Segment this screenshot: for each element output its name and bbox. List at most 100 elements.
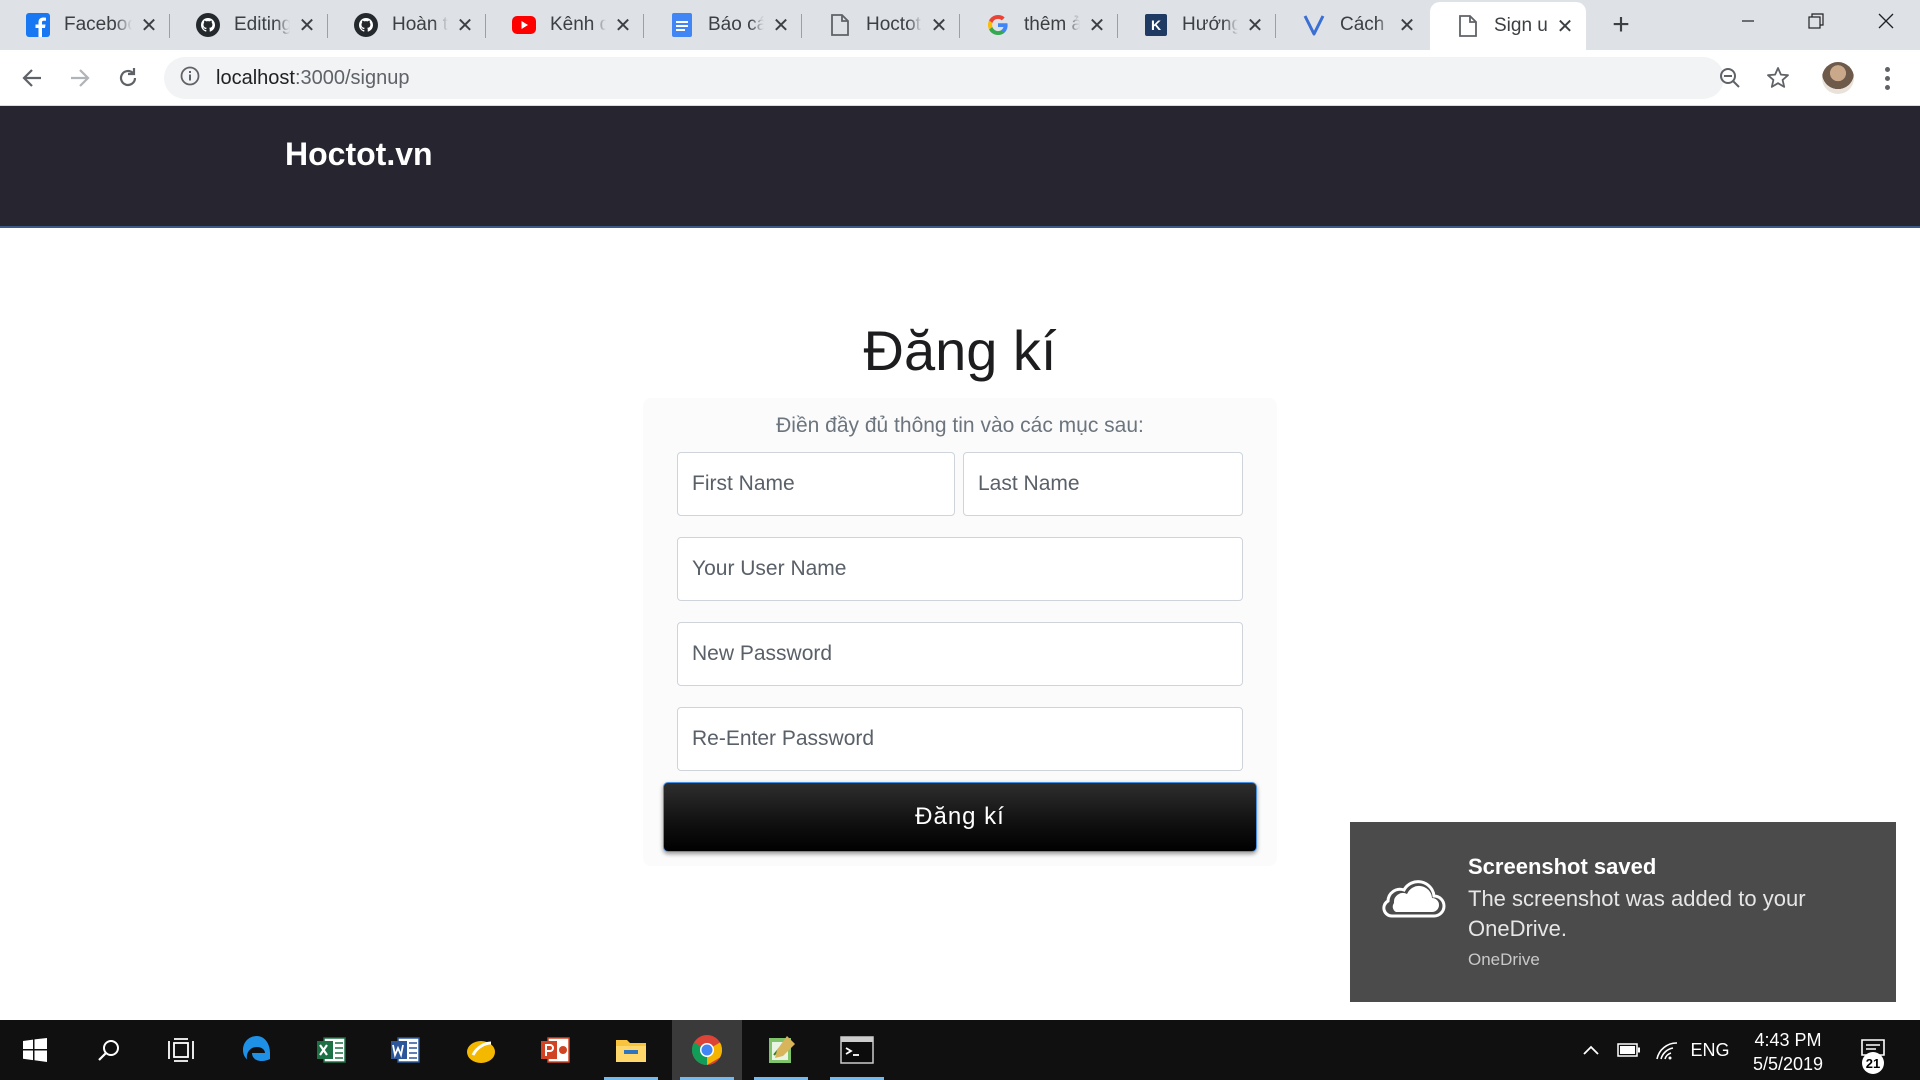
notepad-taskbar-button[interactable]: [746, 1020, 816, 1080]
tab-title: Facebook: [64, 14, 132, 35]
forward-button[interactable]: [60, 58, 100, 98]
site-navbar: Hoctot.vn: [0, 106, 1920, 228]
notification-body: The screenshot was added to your OneDriv…: [1468, 886, 1806, 941]
show-hidden-icons-button[interactable]: [1578, 1020, 1604, 1080]
chrome-icon: [691, 1035, 723, 1065]
close-tab-icon[interactable]: ✕: [1086, 14, 1108, 37]
wifi-icon: [1656, 1042, 1678, 1060]
screenshot-saved-notification[interactable]: Screenshot saved The screenshot was adde…: [1350, 822, 1896, 1002]
input-language[interactable]: ENG: [1688, 1020, 1732, 1080]
close-tab-icon[interactable]: ✕: [1554, 15, 1576, 38]
windows-start-icon: [23, 1038, 47, 1062]
task-view-button[interactable]: [146, 1020, 216, 1080]
tab-title: Editing: [234, 14, 290, 35]
close-tab-icon[interactable]: ✕: [138, 14, 160, 37]
close-tab-icon[interactable]: ✕: [1244, 14, 1266, 37]
tab-huong-dan[interactable]: K Hướng dẫn ✕: [1118, 0, 1276, 50]
new-tab-button[interactable]: +: [1606, 8, 1636, 41]
notification-source: OneDrive: [1468, 950, 1540, 969]
word-icon: [391, 1037, 420, 1063]
last-name-input[interactable]: [963, 452, 1243, 516]
v-icon: [1302, 13, 1326, 37]
youtube-icon: [512, 13, 536, 37]
terminal-taskbar-button[interactable]: [822, 1020, 892, 1080]
address-bar[interactable]: localhost:3000/signup: [164, 57, 1724, 99]
google-docs-icon: [670, 13, 694, 37]
battery-icon: [1617, 1043, 1640, 1057]
word-taskbar-button[interactable]: [370, 1020, 440, 1080]
close-tab-icon[interactable]: ✕: [454, 14, 476, 37]
close-tab-icon[interactable]: ✕: [928, 14, 950, 37]
file-explorer-taskbar-button[interactable]: [596, 1020, 666, 1080]
back-button[interactable]: [12, 58, 52, 98]
github-icon: [196, 13, 220, 37]
chrome-taskbar-button[interactable]: [672, 1020, 742, 1080]
site-brand[interactable]: Hoctot.vn: [285, 136, 433, 173]
page-title: Đăng kí: [863, 319, 1057, 382]
excel-icon: [317, 1037, 346, 1063]
close-tab-icon[interactable]: ✕: [770, 14, 792, 37]
powerpoint-taskbar-button[interactable]: [520, 1020, 590, 1080]
username-input[interactable]: [677, 537, 1243, 601]
tab-github-editing[interactable]: Editing ✕: [170, 0, 328, 50]
browser-toolbar: localhost:3000/signup: [0, 50, 1920, 106]
clock-time: 4:43 PM: [1754, 1030, 1822, 1050]
reenter-password-input[interactable]: [677, 707, 1243, 771]
start-button[interactable]: [0, 1020, 70, 1080]
google-icon: [986, 13, 1010, 37]
tab-youtube[interactable]: Kênh dạy ✕: [486, 0, 644, 50]
profile-avatar[interactable]: [1822, 62, 1854, 94]
search-button[interactable]: [74, 1020, 144, 1080]
tab-title: Báo cáo: [708, 14, 764, 35]
star-icon: [1767, 67, 1789, 88]
url-text: localhost:3000/signup: [216, 67, 409, 90]
zoom-button[interactable]: [1710, 58, 1750, 98]
first-name-input[interactable]: [677, 452, 955, 516]
close-window-button[interactable]: [1852, 0, 1920, 42]
tab-facebook[interactable]: Facebook ✕: [0, 0, 170, 50]
facebook-icon: [26, 13, 50, 37]
excel-taskbar-button[interactable]: [296, 1020, 366, 1080]
tab-title: Cách sử: [1340, 14, 1390, 35]
url-path: :3000/signup: [294, 66, 410, 89]
file-explorer-icon: [616, 1040, 646, 1062]
tab-hoctot[interactable]: Hoctot.vn ✕: [802, 0, 960, 50]
edge-taskbar-button[interactable]: [222, 1020, 292, 1080]
page-icon: [1456, 14, 1480, 38]
tab-title: Sign up: [1494, 15, 1548, 36]
chevron-up-icon: [1583, 1045, 1599, 1055]
forward-arrow-icon: [71, 69, 90, 87]
notification-count-badge: 21: [1862, 1052, 1884, 1074]
signup-submit-button[interactable]: Đăng kí: [663, 782, 1257, 852]
tab-google-search[interactable]: thêm ảnh ✕: [960, 0, 1118, 50]
close-tab-icon[interactable]: ✕: [1396, 14, 1418, 37]
tab-google-docs[interactable]: Báo cáo ✕: [644, 0, 802, 50]
bookmark-button[interactable]: [1758, 58, 1798, 98]
network-status[interactable]: [1652, 1020, 1682, 1080]
tab-sign-up[interactable]: Sign up ✕: [1430, 2, 1586, 50]
close-icon: [1878, 13, 1894, 29]
info-icon[interactable]: [180, 66, 200, 91]
tab-strip: Facebook ✕ Editing ✕ Hoàn tất ✕ Kênh dạy…: [0, 0, 1920, 50]
new-password-input[interactable]: [677, 622, 1243, 686]
reload-button[interactable]: [108, 58, 148, 98]
app-taskbar-button[interactable]: [446, 1020, 516, 1080]
restore-icon: [1808, 13, 1824, 29]
url-host: localhost: [216, 66, 295, 89]
close-tab-icon[interactable]: ✕: [296, 14, 318, 37]
tab-title: Kênh dạy: [550, 14, 606, 35]
minimize-button[interactable]: [1714, 0, 1782, 42]
tab-title: Hoàn tất: [392, 14, 448, 35]
tab-cach-su[interactable]: Cách sử ✕: [1276, 0, 1428, 50]
github-icon: [354, 13, 378, 37]
taskbar-clock[interactable]: 4:43 PM 5/5/2019: [1738, 1028, 1838, 1076]
browser-menu-button[interactable]: [1872, 60, 1902, 96]
battery-status[interactable]: [1614, 1020, 1644, 1080]
signup-form: Điền đầy đủ thông tin vào các mục sau: Đ…: [643, 398, 1277, 866]
search-icon: [98, 1040, 119, 1061]
tab-github-hoan-tat[interactable]: Hoàn tất ✕: [328, 0, 486, 50]
reload-icon: [119, 68, 137, 87]
close-tab-icon[interactable]: ✕: [612, 14, 634, 37]
restore-button[interactable]: [1782, 0, 1850, 42]
form-subtitle: Điền đầy đủ thông tin vào các mục sau:: [776, 414, 1144, 437]
